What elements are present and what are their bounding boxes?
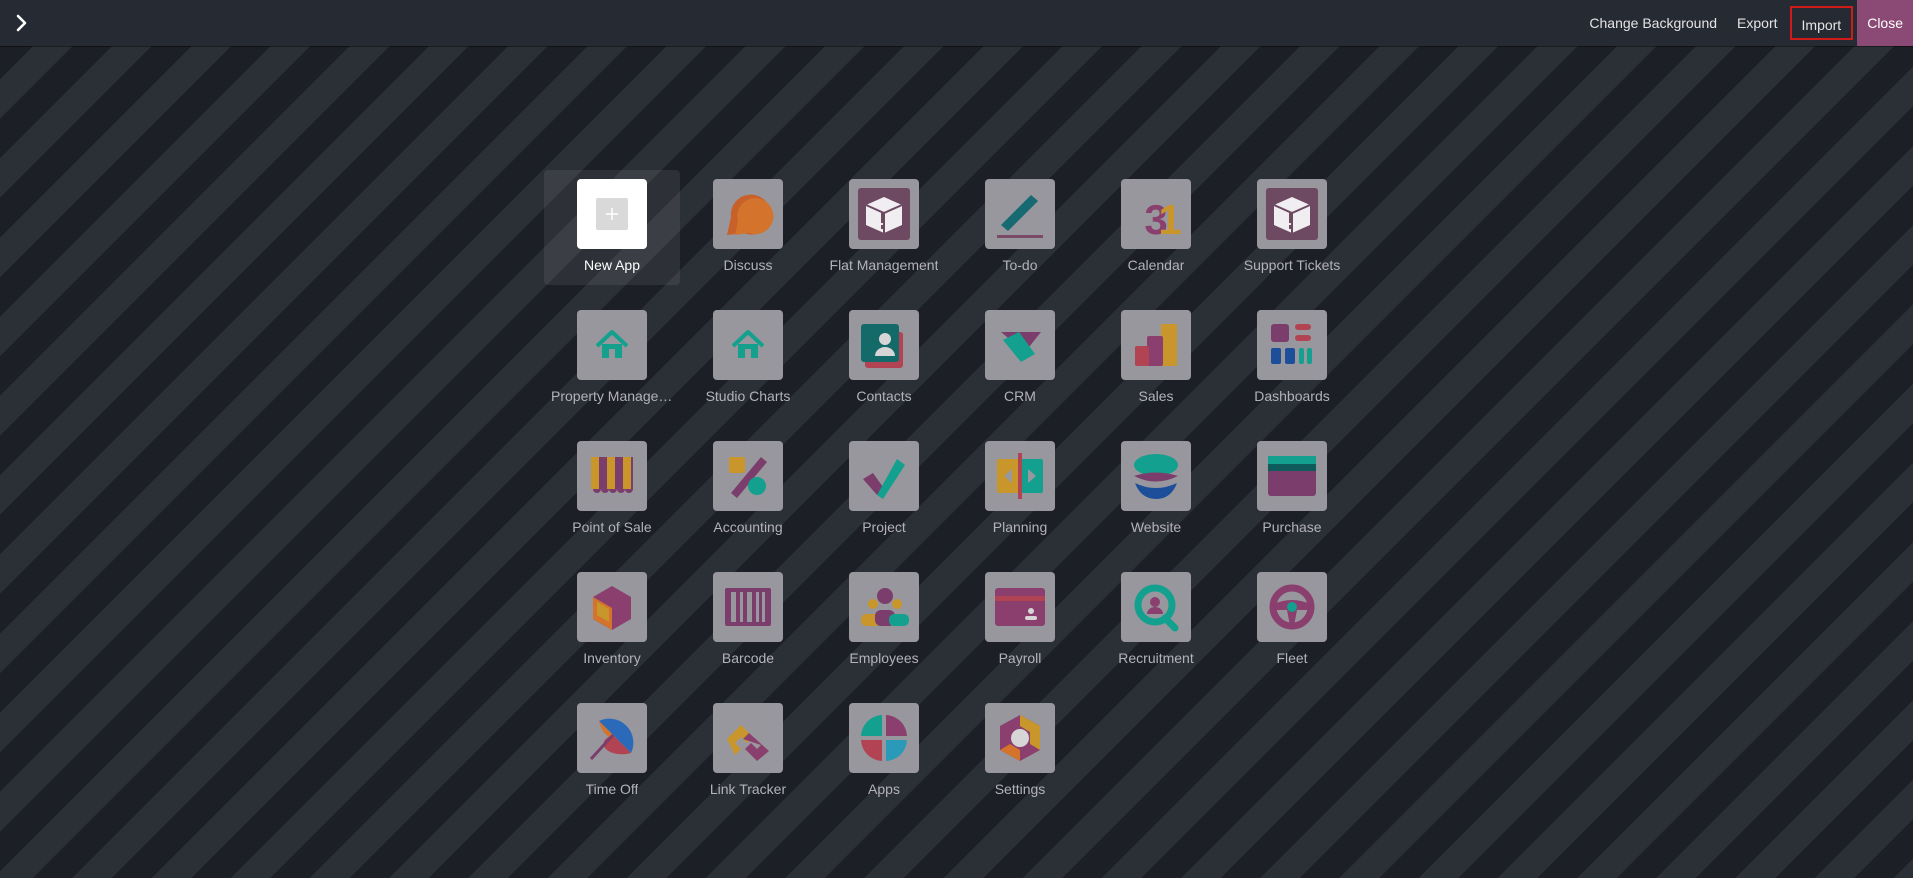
- app-planning[interactable]: Planning: [952, 432, 1088, 547]
- app-label: Point of Sale: [572, 519, 652, 535]
- app-dashboards[interactable]: Dashboards: [1224, 301, 1360, 416]
- app-label: Website: [1130, 519, 1182, 535]
- app-barcode[interactable]: Barcode: [680, 563, 816, 678]
- app-label: Planning: [992, 519, 1048, 535]
- calendar-31-icon: 31: [1121, 179, 1191, 249]
- app-label: New App: [583, 257, 641, 273]
- close-button[interactable]: Close: [1857, 0, 1913, 46]
- app-label: Inventory: [583, 650, 641, 666]
- percent-icon: [713, 441, 783, 511]
- app-fleet[interactable]: Fleet: [1224, 563, 1360, 678]
- app-link-tracker[interactable]: Link Tracker: [680, 694, 816, 809]
- house-icon: [577, 310, 647, 380]
- checkmark-icon: [849, 441, 919, 511]
- app-label: Calendar: [1127, 257, 1185, 273]
- app-calendar[interactable]: 31 Calendar: [1088, 170, 1224, 285]
- app-label: Settings: [994, 781, 1046, 797]
- app-label: Flat Management: [829, 257, 939, 273]
- people-icon: [849, 572, 919, 642]
- app-accounting[interactable]: Accounting: [680, 432, 816, 547]
- app-studio-charts[interactable]: Studio Charts: [680, 301, 816, 416]
- app-label: Employees: [849, 650, 919, 666]
- app-label: Discuss: [723, 257, 773, 273]
- top-navbar: Change Background Export Import Close: [0, 0, 1913, 46]
- chain-link-icon: [713, 703, 783, 773]
- app-discuss[interactable]: Discuss: [680, 170, 816, 285]
- app-label: Contacts: [856, 388, 912, 404]
- dashboard-icon: [1257, 310, 1327, 380]
- navbar-actions: Change Background Export Import Close: [1579, 0, 1913, 46]
- app-label: CRM: [1004, 388, 1036, 404]
- app-project[interactable]: Project: [816, 432, 952, 547]
- app-grid: New App Discuss Flat Management To-do 31…: [544, 170, 1360, 825]
- import-button[interactable]: Import: [1789, 6, 1854, 40]
- app-employees[interactable]: Employees: [816, 563, 952, 678]
- steering-wheel-icon: [1257, 572, 1327, 642]
- app-sales[interactable]: Sales: [1088, 301, 1224, 416]
- app-support-tickets[interactable]: Support Tickets: [1224, 170, 1360, 285]
- app-to-do[interactable]: To-do: [952, 170, 1088, 285]
- app-time-off[interactable]: Time Off: [544, 694, 680, 809]
- credit-card-icon: [1257, 441, 1327, 511]
- app-label: Sales: [1138, 388, 1174, 404]
- app-label: Property Management: [551, 388, 673, 404]
- app-point-of-sale[interactable]: Point of Sale: [544, 432, 680, 547]
- app-label: Accounting: [713, 519, 783, 535]
- quadrant-ball-icon: [849, 703, 919, 773]
- export-button[interactable]: Export: [1727, 0, 1787, 46]
- app-label: Support Tickets: [1243, 257, 1341, 273]
- app-label: Apps: [868, 781, 900, 797]
- app-label: Barcode: [721, 650, 775, 666]
- app-payroll[interactable]: Payroll: [952, 563, 1088, 678]
- app-purchase[interactable]: Purchase: [1224, 432, 1360, 547]
- contact-card-icon: [849, 310, 919, 380]
- app-label: Recruitment: [1118, 650, 1194, 666]
- app-label: Dashboards: [1254, 388, 1330, 404]
- app-inventory[interactable]: Inventory: [544, 563, 680, 678]
- app-label: Studio Charts: [705, 388, 791, 404]
- app-label: Project: [862, 519, 906, 535]
- app-label: Time Off: [585, 781, 639, 797]
- app-apps[interactable]: Apps: [816, 694, 952, 809]
- app-crm[interactable]: CRM: [952, 301, 1088, 416]
- pen-icon: [985, 179, 1055, 249]
- shop-awning-icon: [577, 441, 647, 511]
- app-label: Link Tracker: [709, 781, 787, 797]
- change-background-button[interactable]: Change Background: [1579, 0, 1727, 46]
- app-label: Payroll: [998, 650, 1042, 666]
- plus-icon: [577, 179, 647, 249]
- planning-arrows-icon: [985, 441, 1055, 511]
- umbrella-icon: [577, 703, 647, 773]
- box-icon: [849, 179, 919, 249]
- app-new-app[interactable]: New App: [544, 170, 680, 285]
- app-property-management[interactable]: Property Management: [544, 301, 680, 416]
- search-person-icon: [1121, 572, 1191, 642]
- app-label: To-do: [1002, 257, 1038, 273]
- chevron-right-icon[interactable]: [10, 11, 34, 35]
- app-label: Fleet: [1276, 650, 1308, 666]
- handshake-icon: [985, 310, 1055, 380]
- app-website[interactable]: Website: [1088, 432, 1224, 547]
- payslip-card-icon: [985, 572, 1055, 642]
- app-settings[interactable]: Settings: [952, 694, 1088, 809]
- house-icon: [713, 310, 783, 380]
- cube-icon: [577, 572, 647, 642]
- chat-bubble-icon: [713, 179, 783, 249]
- app-label: Purchase: [1262, 519, 1322, 535]
- barcode-icon: [713, 572, 783, 642]
- bar-chart-icon: [1121, 310, 1191, 380]
- app-flat-management[interactable]: Flat Management: [816, 170, 952, 285]
- svg-text:1: 1: [1158, 196, 1181, 243]
- app-contacts[interactable]: Contacts: [816, 301, 952, 416]
- globe-waves-icon: [1121, 441, 1191, 511]
- hexagon-gear-icon: [985, 703, 1055, 773]
- app-recruitment[interactable]: Recruitment: [1088, 563, 1224, 678]
- box-icon: [1257, 179, 1327, 249]
